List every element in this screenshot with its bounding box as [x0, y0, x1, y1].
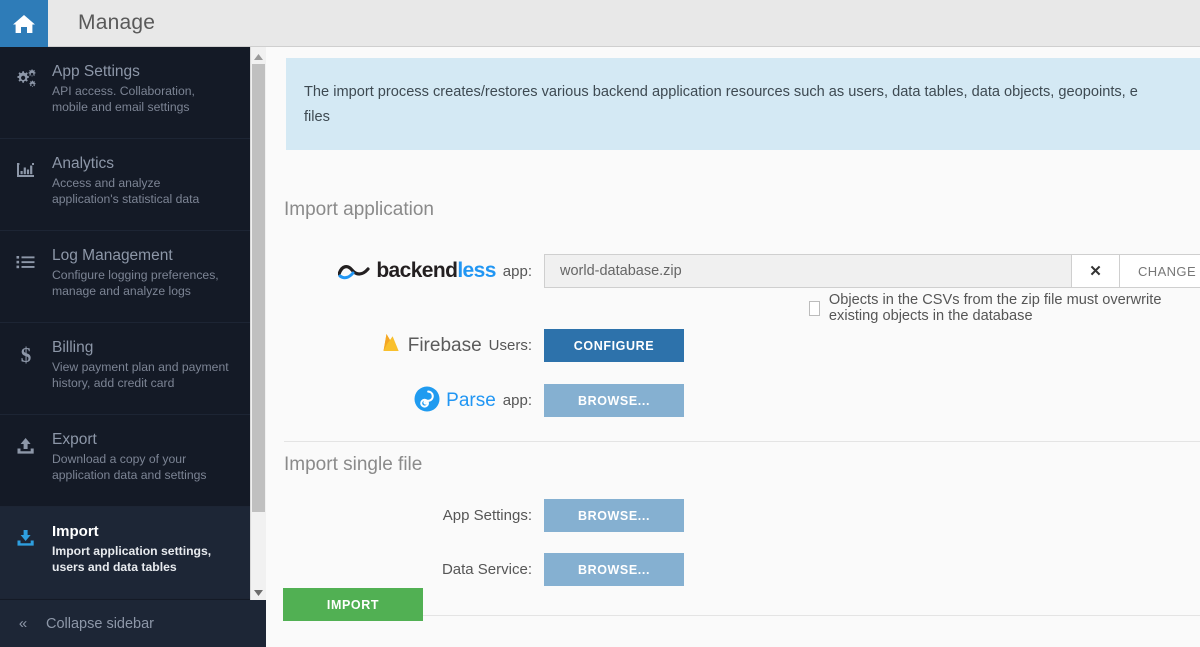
- data-service-label: Data Service:: [441, 561, 532, 578]
- sidebar-item-list: App Settings API access. Collaboration, …: [0, 47, 250, 599]
- bar-chart-icon: [0, 154, 52, 181]
- home-button[interactable]: [0, 0, 48, 47]
- overwrite-checkbox[interactable]: [809, 300, 820, 316]
- main-content: The import process creates/restores vari…: [266, 47, 1200, 647]
- overwrite-checkbox-label: Objects in the CSVs from the zip file mu…: [828, 292, 1162, 324]
- chevron-double-left-icon: «: [18, 615, 28, 632]
- sidebar-item-title: Log Management: [52, 247, 173, 264]
- change-file-button[interactable]: CHANGE: [1120, 254, 1200, 288]
- download-icon: [0, 522, 52, 549]
- svg-text:$: $: [21, 343, 32, 367]
- backendless-app-row: backendless app: world-database.zip ✕ CH…: [284, 254, 1200, 288]
- list-icon: [0, 246, 52, 273]
- sidebar-item-text: Export Download a copy of your applicati…: [52, 430, 236, 483]
- firebase-wordmark: Firebase: [407, 334, 482, 356]
- triangle-down-icon: [254, 583, 263, 601]
- scroll-down-button[interactable]: [251, 583, 266, 600]
- section-title-import-application: Import application: [284, 199, 434, 220]
- sidebar-item-text: Analytics Access and analyze application…: [52, 154, 236, 207]
- backendless-word-blue: less: [457, 259, 496, 282]
- app-settings-browse-button[interactable]: BROWSE...: [544, 499, 684, 532]
- dollar-icon: $: [0, 338, 52, 367]
- sidebar-item-export[interactable]: Export Download a copy of your applicati…: [0, 415, 250, 507]
- collapse-sidebar-button[interactable]: « Collapse sidebar: [0, 600, 266, 647]
- backendless-row-label: backendless app:: [284, 259, 544, 283]
- parse-row-label: Parse app:: [284, 386, 544, 416]
- sidebar-item-text: Import Import application settings, user…: [52, 522, 236, 575]
- app-settings-label: App Settings:: [442, 507, 532, 524]
- data-service-file-row: Data Service: BROWSE...: [284, 553, 684, 586]
- sidebar-item-desc: API access. Collaboration, mobile and em…: [52, 84, 195, 114]
- sidebar-item-desc: Import application settings, users and d…: [52, 544, 212, 574]
- info-banner-line2: files: [304, 109, 330, 125]
- backendless-file-input[interactable]: world-database.zip: [544, 254, 1072, 288]
- backendless-app-label: app:: [502, 262, 532, 280]
- sidebar-item-text: Billing View payment plan and payment hi…: [52, 338, 236, 391]
- import-button[interactable]: IMPORT: [283, 588, 423, 621]
- firebase-flame-icon: [380, 332, 402, 360]
- sidebar-item-analytics[interactable]: Analytics Access and analyze application…: [0, 139, 250, 231]
- sidebar: App Settings API access. Collaboration, …: [0, 47, 266, 647]
- sidebar-item-title: Export: [52, 431, 97, 448]
- scrollbar-thumb[interactable]: [252, 64, 265, 512]
- backendless-wordmark: backendless: [376, 259, 496, 283]
- parse-app-row: Parse app: BROWSE...: [284, 384, 684, 417]
- backendless-word-dark: backend: [376, 259, 458, 282]
- sidebar-item-desc: Configure logging preferences, manage an…: [52, 268, 219, 298]
- close-icon: ✕: [1089, 263, 1102, 280]
- parse-browse-button[interactable]: BROWSE...: [544, 384, 684, 417]
- sidebar-scroll-area: App Settings API access. Collaboration, …: [0, 47, 266, 600]
- overwrite-checkbox-row[interactable]: Objects in the CSVs from the zip file mu…: [809, 292, 1200, 324]
- sidebar-item-title: Billing: [52, 339, 94, 356]
- data-service-browse-button[interactable]: BROWSE...: [544, 553, 684, 586]
- page-title: Manage: [78, 11, 156, 34]
- sidebar-item-text: App Settings API access. Collaboration, …: [52, 62, 236, 115]
- section-title-import-single-file: Import single file: [284, 454, 423, 475]
- sidebar-item-desc: Access and analyze application's statist…: [52, 176, 200, 206]
- upload-icon: [0, 430, 52, 457]
- sidebar-item-desc: Download a copy of your application data…: [52, 452, 207, 482]
- sidebar-item-desc: View payment plan and payment history, a…: [52, 360, 229, 390]
- top-bar: Manage: [0, 0, 1200, 47]
- scroll-up-button[interactable]: [251, 47, 266, 64]
- sidebar-item-billing[interactable]: $ Billing View payment plan and payment …: [0, 323, 250, 415]
- gears-icon: [0, 62, 52, 89]
- sidebar-item-text: Log Management Configure logging prefere…: [52, 246, 236, 299]
- sidebar-item-title: App Settings: [52, 63, 140, 80]
- sidebar-item-title: Analytics: [52, 155, 115, 172]
- clear-file-button[interactable]: ✕: [1072, 254, 1120, 288]
- firebase-configure-button[interactable]: CONFIGURE: [544, 329, 684, 362]
- parse-app-label: app:: [502, 392, 532, 409]
- triangle-up-icon: [254, 47, 263, 65]
- firebase-users-label: Users:: [488, 337, 532, 354]
- sidebar-item-title: Import: [52, 523, 99, 540]
- firebase-logo: Firebase: [380, 332, 482, 360]
- parse-wordmark: Parse: [446, 389, 496, 411]
- backendless-logo: backendless: [338, 259, 496, 283]
- info-banner: The import process creates/restores vari…: [286, 58, 1200, 150]
- sidebar-scrollbar[interactable]: [250, 47, 266, 600]
- firebase-row-label: Firebase Users:: [284, 332, 544, 360]
- divider-top: [284, 441, 1200, 442]
- app-settings-file-row: App Settings: BROWSE...: [284, 499, 684, 532]
- info-banner-line1: The import process creates/restores vari…: [304, 84, 1138, 100]
- home-icon: [11, 12, 37, 36]
- sidebar-item-log-management[interactable]: Log Management Configure logging prefere…: [0, 231, 250, 323]
- sidebar-item-import[interactable]: Import Import application settings, user…: [0, 507, 250, 599]
- sidebar-item-app-settings[interactable]: App Settings API access. Collaboration, …: [0, 47, 250, 139]
- parse-circle-icon: [414, 386, 440, 416]
- app-root: Manage App Settings API access. Collabor…: [0, 0, 1200, 647]
- collapse-sidebar-label: Collapse sidebar: [46, 615, 155, 632]
- firebase-users-row: Firebase Users: CONFIGURE: [284, 329, 684, 362]
- parse-logo: Parse: [414, 386, 496, 416]
